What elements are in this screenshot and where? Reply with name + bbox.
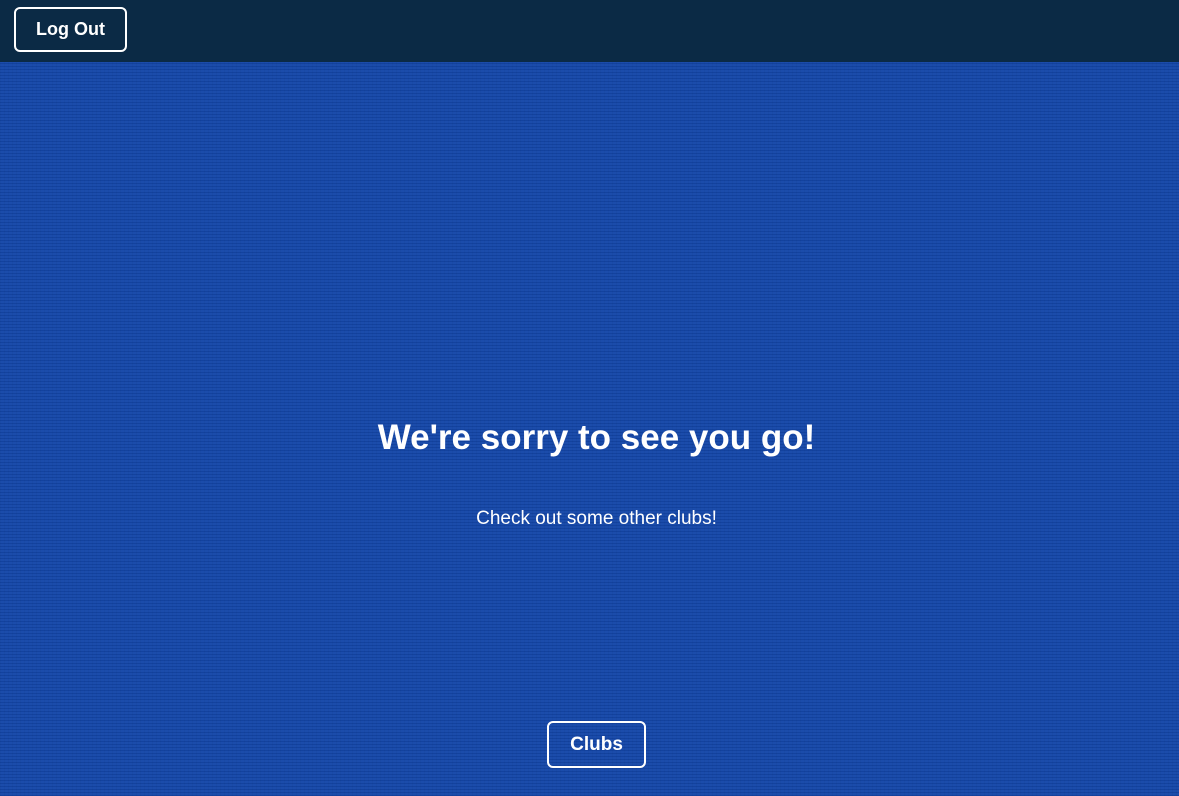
subtitle-text: Check out some other clubs! (476, 508, 717, 529)
top-bar: Log Out (0, 0, 1179, 62)
page: Log Out We're sorry to see you go! Check… (0, 0, 1179, 796)
page-title: We're sorry to see you go! (377, 418, 816, 457)
clubs-button[interactable]: Clubs (547, 721, 646, 768)
logout-button[interactable]: Log Out (14, 7, 127, 52)
